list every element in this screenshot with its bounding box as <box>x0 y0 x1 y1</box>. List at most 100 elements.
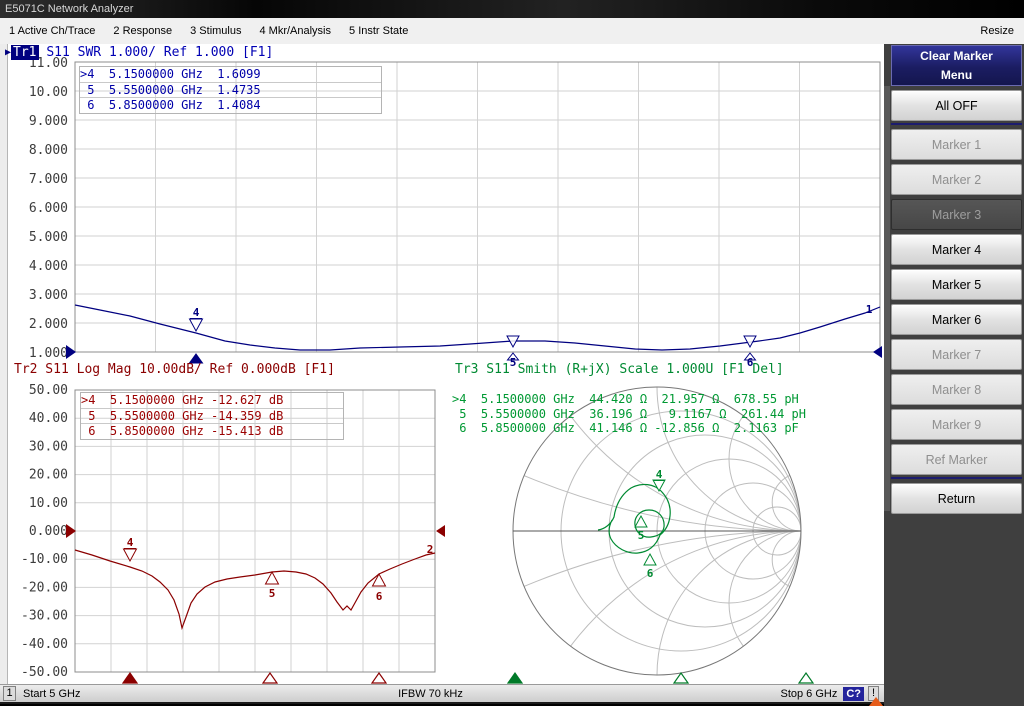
marker-readout-row: >4 5.1500000 GHz -12.627 dB <box>81 393 343 409</box>
y-axis-label: 7.000 <box>29 172 68 187</box>
channel-number-box: 1 <box>3 686 16 701</box>
marker-readout-row: 6 5.8500000 GHz -15.413 dB <box>81 424 343 439</box>
status-bar: 1 Start 5 GHz IFBW 70 kHz Stop 6 GHz C? … <box>0 684 884 704</box>
y-axis-label: 10.00 <box>29 496 68 511</box>
softkey-marker-9: Marker 9 <box>891 409 1022 440</box>
y-axis-label: 9.000 <box>29 114 68 129</box>
start-frequency: Start 5 GHz <box>23 688 80 700</box>
y-axis-label: 5.000 <box>29 230 68 245</box>
marker-triangle-icon <box>644 554 656 565</box>
marker-number-label: 4 <box>193 306 200 319</box>
tr3-marker-readout: >4 5.1500000 GHz 44.420 Ω 21.957 Ω 678.5… <box>452 392 884 436</box>
smith-reactance-arc <box>513 531 884 684</box>
tr1-marker-readout: >4 5.1500000 GHz 1.6099 5 5.5500000 GHz … <box>79 66 382 114</box>
marker-triangle-icon <box>190 319 203 331</box>
sweep-position-icon <box>869 697 883 706</box>
softkey-return[interactable]: Return <box>891 483 1022 514</box>
stop-frequency: Stop 6 GHz <box>780 688 837 700</box>
ifbw-value: IFBW 70 kHz <box>398 688 463 700</box>
tr1-y-axis-labels: 11.0010.009.0008.0007.0006.0005.0004.000… <box>29 56 68 361</box>
y-axis-label: -20.00 <box>21 580 68 595</box>
correction-badge: C? <box>843 687 864 701</box>
marker-readout-row: 6 5.8500000 GHz 1.4084 <box>80 98 381 113</box>
menu-bar-items: 1 Active Ch/Trace2 Response3 Stimulus4 M… <box>0 18 417 44</box>
softkey-marker-1: Marker 1 <box>891 129 1022 160</box>
softkey-marker-6[interactable]: Marker 6 <box>891 304 1022 335</box>
y-axis-label: 1.000 <box>29 346 68 361</box>
tr2-tag: Tr2 <box>14 362 37 377</box>
marker-readout-row: >4 5.1500000 GHz 44.420 Ω 21.957 Ω 678.5… <box>452 392 884 407</box>
tr2-header[interactable]: Tr2 S11 Log Mag 10.00dB/ Ref 0.000dB [F1… <box>14 362 335 378</box>
softkey-marker-5[interactable]: Marker 5 <box>891 269 1022 300</box>
tr3-descriptor: S11 Smith (R+jX) Scale 1.000U [F1 Del] <box>478 362 783 377</box>
tr2-marker-readout: >4 5.1500000 GHz -12.627 dB 5 5.5500000 … <box>80 392 344 440</box>
smith-reactance-arc <box>81 44 884 531</box>
y-axis-label: 40.00 <box>29 411 68 426</box>
softkey-all-off[interactable]: All OFF <box>891 90 1022 121</box>
softkey-menu-title-line2: Menu <box>892 66 1021 85</box>
softkey-menu-title: Clear Marker Menu <box>891 45 1022 86</box>
y-axis-label: 10.00 <box>29 85 68 100</box>
y-axis-label: 20.00 <box>29 468 68 483</box>
y-axis-label: 50.00 <box>29 383 68 398</box>
menu-bar: 1 Active Ch/Trace2 Response3 Stimulus4 M… <box>0 18 1024 45</box>
marker-readout-row: >4 5.1500000 GHz 1.6099 <box>80 67 381 83</box>
resize-button[interactable]: Resize <box>970 25 1024 37</box>
y-axis-label: 8.000 <box>29 143 68 158</box>
marker-triangle-icon <box>266 572 279 584</box>
y-axis-label: -40.00 <box>21 637 68 652</box>
smith-reactance-arc <box>513 44 884 531</box>
marker-number-label: 4 <box>127 536 134 549</box>
menu-item[interactable]: 3 Stimulus <box>181 18 250 44</box>
softkey-ref-marker: Ref Marker <box>891 444 1022 475</box>
stimulus-marker-icon <box>508 673 522 683</box>
title-bar: E5071C Network Analyzer <box>0 0 1024 18</box>
stimulus-marker-icon <box>123 673 137 683</box>
tr2-y-axis-labels: 50.00 40.00 30.00 20.00 10.00 0.000 -10.00 -20.… <box>21 383 68 680</box>
tr1-header[interactable]: ▶Tr1 S11 SWR 1.000/ Ref 1.000 [F1] <box>5 45 273 61</box>
tr2-descriptor: S11 Log Mag 10.00dB/ Ref 0.000dB [F1] <box>37 362 334 377</box>
y-axis-label: -50.00 <box>21 665 68 680</box>
tr3-header[interactable]: Tr3 S11 Smith (R+jX) Scale 1.000U [F1 De… <box>455 362 784 378</box>
smith-reactance-arc <box>729 531 873 675</box>
menu-item[interactable]: 1 Active Ch/Trace <box>0 18 104 44</box>
softkey-marker-8: Marker 8 <box>891 374 1022 405</box>
marker-triangle-icon <box>373 574 386 586</box>
y-axis-label: 2.000 <box>29 317 68 332</box>
y-axis-label: 6.000 <box>29 201 68 216</box>
window-title: E5071C Network Analyzer <box>5 3 133 15</box>
tr3-smith-trace <box>598 484 670 553</box>
tr1-descriptor: S11 SWR 1.000/ Ref 1.000 [F1] <box>39 45 274 60</box>
y-axis-label: 30.00 <box>29 439 68 454</box>
tr3-tag: Tr3 <box>455 362 478 377</box>
stimulus-marker-row <box>123 673 813 683</box>
marker-readout-row: 5 5.5500000 GHz -14.359 dB <box>81 409 343 425</box>
softkey-marker-2: Marker 2 <box>891 164 1022 195</box>
y-axis-label: 0.000 <box>29 524 68 539</box>
softkey-menu-title-line1: Clear Marker <box>892 47 1021 66</box>
stimulus-marker-icon <box>674 673 688 683</box>
softkey-marker-7: Marker 7 <box>891 339 1022 370</box>
menu-item[interactable]: 5 Instr State <box>340 18 417 44</box>
softkey-separator <box>891 123 1022 125</box>
y-axis-label: -30.00 <box>21 609 68 624</box>
y-axis-label: 3.000 <box>29 288 68 303</box>
stimulus-marker-icon <box>799 673 813 683</box>
marker-readout-row: 5 5.5500000 GHz 1.4735 <box>80 83 381 99</box>
marker-number-label: 6 <box>647 567 654 580</box>
menu-item[interactable]: 4 Mkr/Analysis <box>250 18 340 44</box>
stimulus-marker-icon <box>372 673 386 683</box>
y-axis-label: -10.00 <box>21 552 68 567</box>
stimulus-marker-icon <box>263 673 277 683</box>
sidebar-buttons: All OFF Marker 1 Marker 2 Marker 3 Marker 4 M… <box>891 90 1022 518</box>
softkey-menu: Clear Marker Menu All OFF Marker 1 Marker … <box>884 44 1024 706</box>
softkey-marker-4[interactable]: Marker 4 <box>891 234 1022 265</box>
marker-number-label: 2 <box>427 543 434 556</box>
softkey-scroll-track <box>884 86 890 511</box>
menu-item[interactable]: 2 Response <box>104 18 181 44</box>
marker-number-label: 6 <box>376 590 383 603</box>
marker-triangle-icon <box>653 480 665 491</box>
marker-number-label: 1 <box>866 303 873 316</box>
softkey-marker-3[interactable]: Marker 3 <box>891 199 1022 230</box>
tr1-ref-arrow-right-icon <box>873 346 882 358</box>
